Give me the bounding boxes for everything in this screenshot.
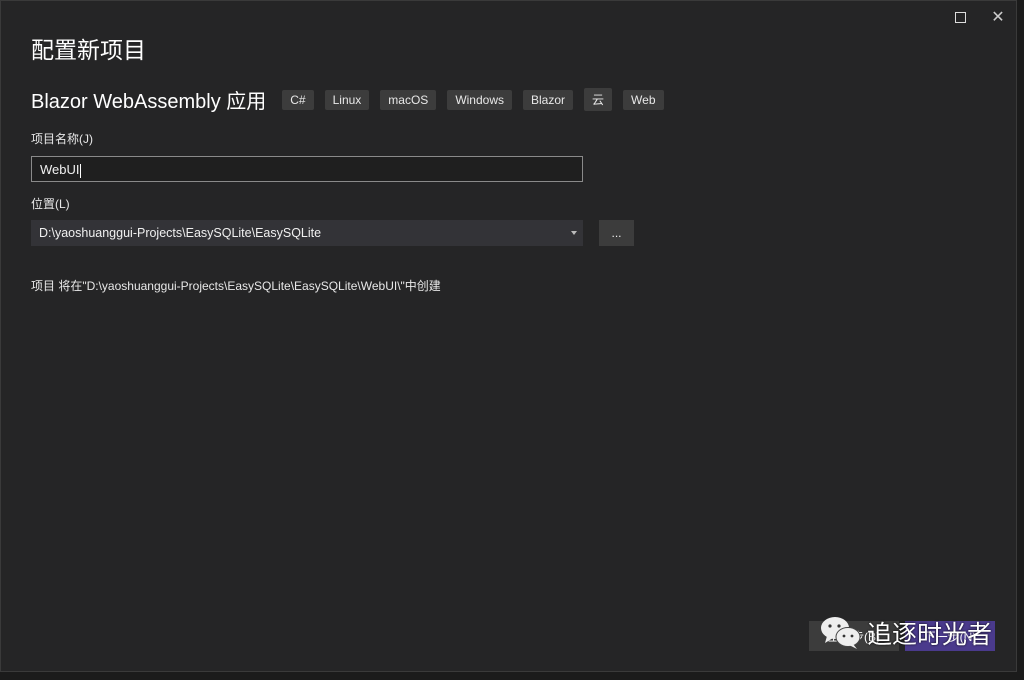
location-dropdown[interactable]: D:\yaoshuanggui-Projects\EasySQLite\Easy…	[31, 220, 583, 246]
project-name-input[interactable]: WebUI	[31, 156, 583, 182]
tag: C#	[282, 89, 314, 110]
tag: Blazor	[523, 89, 574, 110]
tag: Linux	[324, 89, 370, 110]
configure-project-dialog: ✕ 配置新项目 Blazor WebAssembly 应用 C# Linux m…	[0, 0, 1017, 672]
creation-path-info: 项目 将在"D:\yaoshuanggui-Projects\EasySQLit…	[31, 279, 441, 293]
text-caret	[79, 163, 81, 178]
page-title: 配置新项目	[31, 37, 146, 63]
template-header: Blazor WebAssembly 应用 C# Linux macOS Win…	[31, 85, 675, 114]
next-button[interactable]: 下一步(N)	[905, 621, 995, 651]
location-value: D:\yaoshuanggui-Projects\EasySQLite\Easy…	[39, 226, 322, 240]
browse-button[interactable]: ...	[599, 220, 634, 246]
maximize-button[interactable]	[950, 7, 970, 27]
tag: Windows	[447, 89, 512, 110]
tag: 云	[584, 88, 613, 111]
location-label: 位置(L)	[31, 197, 70, 211]
maximize-icon	[954, 11, 966, 23]
template-name: Blazor WebAssembly 应用	[31, 91, 267, 113]
tag: Web	[623, 89, 664, 110]
tag: macOS	[380, 89, 437, 110]
close-button[interactable]: ✕	[988, 7, 1008, 27]
chevron-down-icon	[571, 231, 577, 235]
close-icon: ✕	[991, 9, 1005, 26]
back-button[interactable]: 上一步(B)	[809, 621, 899, 651]
project-name-label: 项目名称(J)	[31, 132, 93, 146]
project-name-value: WebUI	[40, 162, 80, 177]
